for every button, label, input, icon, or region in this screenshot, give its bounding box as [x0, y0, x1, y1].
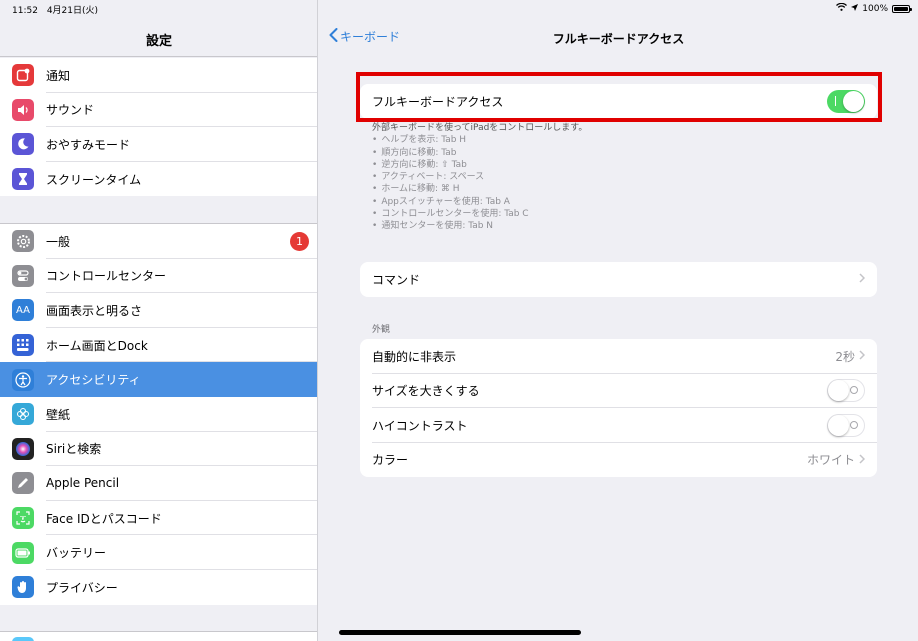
- sidebar-item[interactable]: おやすみモード: [0, 127, 317, 162]
- commands-group: コマンド: [360, 262, 877, 297]
- auto-hide-label: 自動的に非表示: [372, 349, 457, 364]
- partial-row-icon: [12, 637, 34, 641]
- bigger-size-label: サイズを大きくする: [372, 384, 480, 399]
- speaker-icon: [12, 98, 34, 121]
- sidebar-item[interactable]: AA 画面表示と明るさ: [0, 293, 317, 328]
- full-keyboard-access-group: フルキーボードアクセス: [360, 84, 877, 119]
- shortcut-line: ホームに移動: ⌘ H: [372, 183, 587, 195]
- sidebar-item-label: 壁紙: [46, 407, 71, 422]
- full-keyboard-access-toggle[interactable]: [827, 89, 865, 113]
- sidebar-item-label: コントロールセンター: [46, 269, 167, 284]
- face-id-icon: [12, 507, 34, 530]
- text-size-icon: AA: [12, 299, 34, 322]
- sidebar-item[interactable]: 一般 1: [0, 224, 317, 259]
- divider: [0, 56, 317, 57]
- sidebar-item[interactable]: ホーム画面とDock: [0, 328, 317, 363]
- shortcut-line: ヘルプを表示: Tab H: [372, 134, 587, 146]
- settings-group-1: 通知サウンドおやすみモード スクリーンタイム: [0, 58, 317, 197]
- hourglass-icon: [12, 168, 34, 191]
- home-indicator[interactable]: [339, 630, 581, 635]
- sidebar-item-label: ホーム画面とDock: [46, 338, 148, 353]
- sidebar-item[interactable]: 通知: [0, 58, 317, 93]
- sidebar-item[interactable]: コントロールセンター: [0, 259, 317, 294]
- hand-icon: [12, 576, 34, 599]
- flower-icon: [12, 403, 34, 426]
- chevron-right-icon: [859, 349, 866, 363]
- shortcut-line: 順方向に移動: Tab: [372, 147, 587, 159]
- sidebar-item-label: バッテリー: [46, 546, 107, 561]
- sidebar-item[interactable]: プライバシー: [0, 570, 317, 605]
- battery-percent: 100%: [862, 3, 888, 14]
- sidebar-item-label: アクセシビリティ: [46, 373, 141, 388]
- sidebar-item[interactable]: Siriと検索: [0, 432, 317, 467]
- shortcut-line: 逆方向に移動: ⇧ Tab: [372, 159, 587, 171]
- sidebar-item-label: おやすみモード: [46, 137, 131, 152]
- bigger-size-row: サイズを大きくする: [360, 374, 877, 408]
- auto-hide-row[interactable]: 自動的に非表示 2秒: [360, 339, 877, 374]
- gear-icon: [12, 230, 34, 253]
- sidebar-item-label: 画面表示と明るさ: [46, 303, 143, 318]
- notifications-icon: [12, 64, 34, 87]
- appearance-group: 自動的に非表示 2秒 サイズを大きくする ハイコントラスト カラー ホワイト: [360, 339, 877, 477]
- sidebar-item[interactable]: バッテリー: [0, 535, 317, 570]
- status-date: 4月21日(火): [46, 6, 99, 16]
- settings-group-3: [0, 631, 317, 641]
- status-bar: 11:52 4月21日(火) 100%: [0, 0, 918, 18]
- battery-icon: [12, 541, 34, 564]
- pencil-icon: [12, 472, 34, 495]
- sidebar-item-label: 一般: [46, 234, 71, 249]
- full-keyboard-access-label: フルキーボードアクセス: [372, 94, 504, 109]
- detail-pane: キーボード フルキーボードアクセス フルキーボードアクセス 外部キーボードを使っ…: [319, 0, 918, 641]
- sidebar-item-label: プライバシー: [46, 580, 118, 595]
- chevron-right-icon: [859, 453, 866, 467]
- sidebar-item-label: 通知: [46, 68, 71, 83]
- wifi-icon: [836, 2, 848, 14]
- shortcut-line: 通知センターを使用: Tab N: [372, 220, 587, 232]
- home-grid-icon: [12, 334, 34, 357]
- description: 外部キーボードを使ってiPadをコントロールします。 ヘルプを表示: Tab H…: [372, 122, 587, 233]
- chevron-right-icon: [859, 272, 866, 286]
- switches-icon: [12, 264, 34, 287]
- shortcut-line: Appスイッチャーを使用: Tab A: [372, 196, 587, 208]
- sidebar-item[interactable]: スクリーンタイム: [0, 162, 317, 197]
- auto-hide-value: 2秒: [835, 349, 855, 364]
- sidebar-item[interactable]: アクセシビリティ: [0, 362, 317, 397]
- commands-label: コマンド: [372, 272, 421, 287]
- shortcut-line: コントロールセンターを使用: Tab C: [372, 208, 587, 220]
- color-value: ホワイト: [806, 453, 855, 468]
- shortcut-line: アクティベート: スペース: [372, 171, 587, 183]
- status-time: 11:52: [12, 6, 38, 16]
- navigation-bar: キーボード フルキーボードアクセス: [319, 28, 918, 48]
- sidebar-item[interactable]: 壁紙: [0, 397, 317, 432]
- sidebar: 設定 通知サウンドおやすみモード スクリーンタイム 一般 1 コントロールセンター AA…: [0, 0, 318, 641]
- sidebar-item[interactable]: サウンド: [0, 93, 317, 128]
- commands-row[interactable]: コマンド: [360, 262, 877, 297]
- moon-icon: [12, 133, 34, 156]
- high-contrast-row: ハイコントラスト: [360, 408, 877, 443]
- appearance-header: 外観: [372, 325, 391, 335]
- sidebar-item-label: スクリーンタイム: [46, 172, 142, 187]
- sidebar-item-label: Apple Pencil: [46, 476, 120, 491]
- siri-icon: [12, 437, 34, 460]
- settings-group-2: 一般 1 コントロールセンター AA 画面表示と明るさ ホーム画面とDock アクセシビリテ…: [0, 223, 317, 605]
- bigger-size-toggle[interactable]: [827, 379, 865, 403]
- high-contrast-toggle[interactable]: [827, 413, 865, 437]
- sidebar-title: 設定: [145, 34, 172, 49]
- battery-icon: [892, 4, 912, 13]
- color-row[interactable]: カラー ホワイト: [360, 443, 877, 478]
- sidebar-item[interactable]: Apple Pencil: [0, 466, 317, 501]
- sidebar-item[interactable]: Face IDとパスコード: [0, 501, 317, 536]
- full-keyboard-access-row: フルキーボードアクセス: [360, 84, 877, 119]
- accessibility-icon: [12, 368, 34, 391]
- color-label: カラー: [372, 453, 409, 468]
- high-contrast-label: ハイコントラスト: [372, 418, 468, 433]
- sidebar-item-label: Siriと検索: [46, 442, 102, 457]
- page-title: フルキーボードアクセス: [552, 32, 685, 46]
- sidebar-item-label: Face IDとパスコード: [46, 511, 162, 526]
- sidebar-item-label: サウンド: [46, 103, 95, 118]
- location-arrow-icon: [851, 3, 859, 14]
- description-title: 外部キーボードを使ってiPadをコントロールします。: [372, 123, 588, 133]
- notification-badge: 1: [290, 231, 309, 251]
